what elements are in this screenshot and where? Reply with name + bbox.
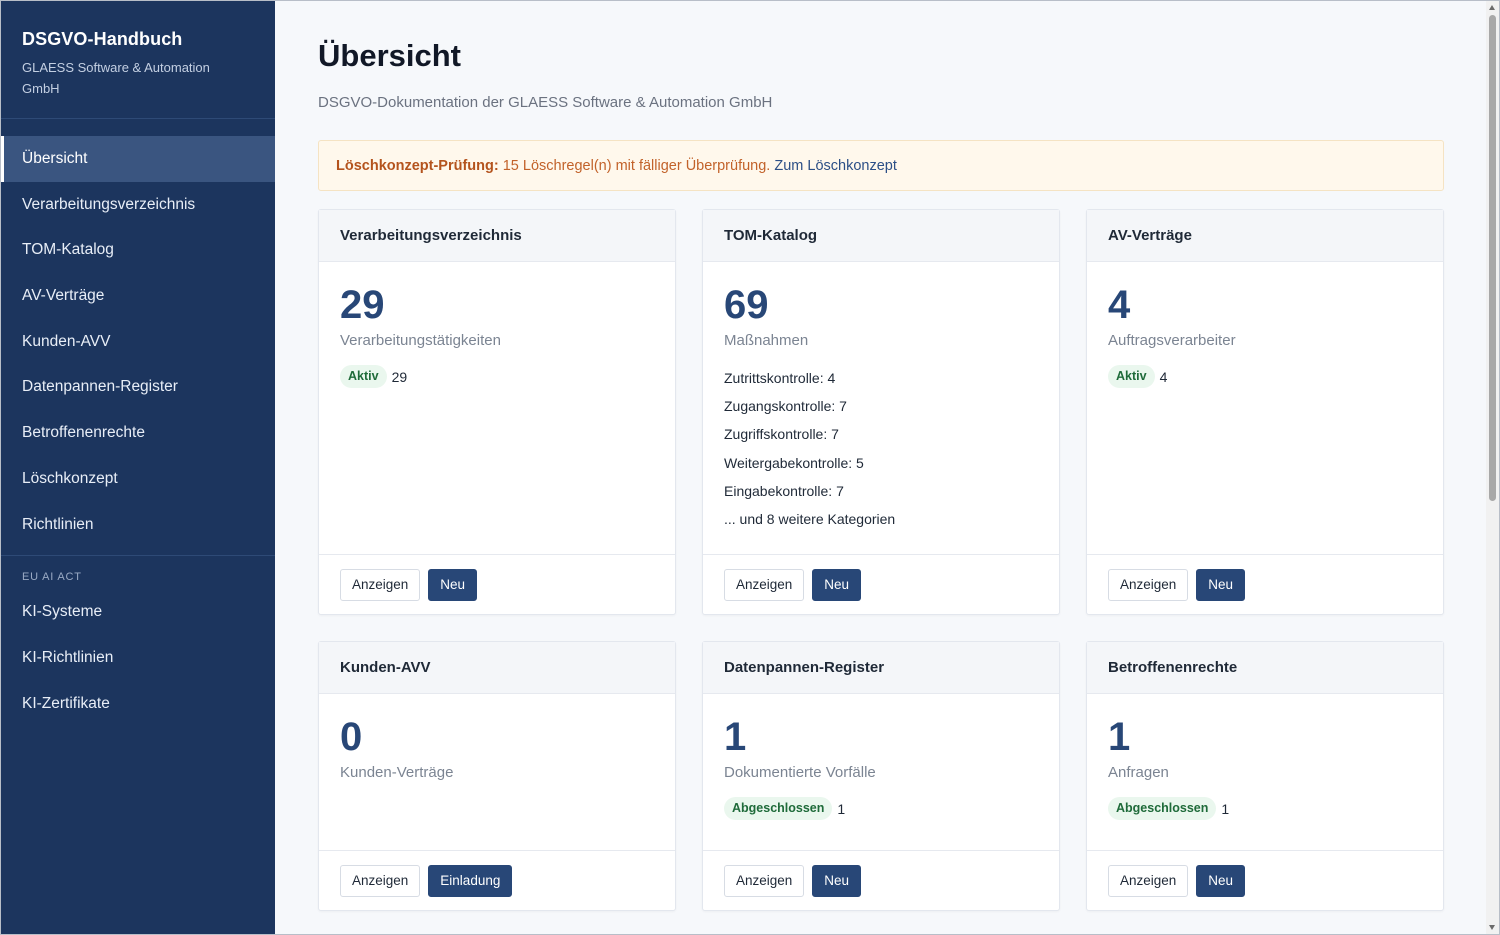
- alert-title: Löschkonzept-Prüfung:: [336, 158, 499, 174]
- card-datenpannen-register: Datenpannen-Register 1 Dokumentierte Vor…: [702, 641, 1060, 911]
- sidebar-item-av-vertraege[interactable]: AV-Verträge: [1, 273, 275, 319]
- list-item: Zugangskontrolle: 7: [724, 398, 847, 415]
- list-item: Zutrittskontrolle: 4: [724, 370, 836, 386]
- card-title: Betroffenenrechte: [1087, 642, 1443, 694]
- card-kunden-avv: Kunden-AVV 0 Kunden-Verträge Anzeigen Ei…: [318, 641, 676, 911]
- brand: DSGVO-Handbuch GLAESS Software & Automat…: [1, 1, 275, 119]
- view-button[interactable]: Anzeigen: [1108, 865, 1189, 897]
- page-title: Übersicht: [318, 38, 461, 73]
- new-button[interactable]: Neu: [428, 569, 478, 601]
- card-title: Kunden-AVV: [319, 642, 675, 694]
- invite-button[interactable]: Einladung: [428, 865, 513, 897]
- new-button[interactable]: Neu: [812, 569, 862, 601]
- brand-title[interactable]: DSGVO-Handbuch: [22, 29, 254, 50]
- view-button[interactable]: Anzeigen: [724, 569, 805, 601]
- card-betroffenenrechte: Betroffenenrechte 1 Anfragen Abgeschloss…: [1086, 641, 1444, 911]
- sidebar: DSGVO-Handbuch GLAESS Software & Automat…: [1, 1, 275, 934]
- status-badge: Abgeschlossen: [724, 797, 833, 820]
- alert-text: 15 Löschregel(n) mit fälliger Überprüfun…: [498, 158, 775, 174]
- status-row: Aktiv 4: [1108, 365, 1422, 388]
- new-button[interactable]: Neu: [1196, 865, 1246, 897]
- card-title: TOM-Katalog: [703, 210, 1059, 262]
- card-unit: Kunden-Verträge: [340, 764, 454, 781]
- sidebar-item-ki-richtlinien[interactable]: KI-Richtlinien: [1, 635, 275, 681]
- loeschkonzept-alert: Löschkonzept-Prüfung: 15 Löschregel(n) m…: [318, 140, 1444, 191]
- sidebar-item-datenpannen-register[interactable]: Datenpannen-Register: [1, 364, 275, 410]
- sidebar-item-betroffenenrechte[interactable]: Betroffenenrechte: [1, 410, 275, 456]
- sidebar-item-ki-zertifikate[interactable]: KI-Zertifikate: [1, 681, 275, 727]
- view-button[interactable]: Anzeigen: [340, 865, 421, 897]
- card-unit: Dokumentierte Vorfälle: [724, 764, 876, 781]
- alert-link-loeschkonzept[interactable]: Zum Löschkonzept: [774, 158, 897, 174]
- status-badge: Aktiv: [1108, 365, 1155, 388]
- status-row: Abgeschlossen 1: [724, 797, 1038, 820]
- list-item: Weitergabekontrolle: 5: [724, 454, 864, 471]
- status-count: 4: [1159, 368, 1168, 385]
- sidebar-item-tom-katalog[interactable]: TOM-Katalog: [1, 227, 275, 273]
- status-badge: Abgeschlossen: [1108, 797, 1217, 820]
- status-count: 1: [837, 800, 846, 817]
- card-count: 1: [1108, 715, 1131, 759]
- view-button[interactable]: Anzeigen: [724, 865, 805, 897]
- sidebar-section-label: EU AI ACT: [22, 571, 82, 584]
- sidebar-item-ki-systeme[interactable]: KI-Systeme: [1, 589, 275, 635]
- scroll-up-arrow-icon[interactable]: [1489, 5, 1495, 10]
- card-unit: Maßnahmen: [724, 332, 809, 349]
- card-unit: Verarbeitungstätigkeiten: [340, 332, 501, 349]
- card-unit: Auftragsverarbeiter: [1108, 332, 1236, 349]
- status-count: 29: [391, 368, 408, 385]
- status-badge: Aktiv: [340, 365, 387, 388]
- card-title: Verarbeitungsverzeichnis: [319, 210, 675, 262]
- view-button[interactable]: Anzeigen: [1108, 569, 1189, 601]
- new-button[interactable]: Neu: [812, 865, 862, 897]
- card-title: AV-Verträge: [1087, 210, 1443, 262]
- card-count: 4: [1108, 283, 1131, 327]
- card-av-vertraege: AV-Verträge 4 Auftragsverarbeiter Aktiv …: [1086, 209, 1444, 615]
- card-count: 0: [340, 715, 363, 759]
- sidebar-item-uebersicht[interactable]: Übersicht: [1, 136, 275, 182]
- status-row: Aktiv 29: [340, 365, 654, 388]
- scroll-thumb[interactable]: [1489, 15, 1496, 501]
- card-tom-katalog: TOM-Katalog 69 Maßnahmen Zutrittskontrol…: [702, 209, 1060, 615]
- scroll-down-arrow-icon[interactable]: [1489, 925, 1495, 930]
- main-content: Übersicht DSGVO-Dokumentation der GLAESS…: [276, 1, 1486, 934]
- status-row: Abgeschlossen 1: [1108, 797, 1422, 820]
- sidebar-item-kunden-avv[interactable]: Kunden-AVV: [1, 319, 275, 365]
- status-count: 1: [1221, 800, 1230, 817]
- category-list: Zutrittskontrolle: 4 Zugangskontrolle: 7…: [724, 364, 1038, 533]
- list-item: Eingabekontrolle: 7: [724, 482, 844, 499]
- brand-subtitle: GLAESS Software & Automation GmbH: [22, 60, 210, 96]
- sidebar-item-loeschkonzept[interactable]: Löschkonzept: [1, 456, 275, 502]
- vertical-scrollbar[interactable]: [1486, 1, 1499, 934]
- card-unit: Anfragen: [1108, 764, 1169, 781]
- sidebar-item-richtlinien[interactable]: Richtlinien: [1, 502, 275, 548]
- card-count: 1: [724, 715, 747, 759]
- sidebar-nav: Übersicht Verarbeitungsverzeichnis TOM-K…: [1, 136, 275, 726]
- card-count: 69: [724, 283, 769, 327]
- new-button[interactable]: Neu: [1196, 569, 1246, 601]
- sidebar-item-verarbeitungsverzeichnis[interactable]: Verarbeitungsverzeichnis: [1, 182, 275, 228]
- page-subtitle: DSGVO-Dokumentation der GLAESS Software …: [318, 94, 773, 111]
- view-button[interactable]: Anzeigen: [340, 569, 421, 601]
- card-title: Datenpannen-Register: [703, 642, 1059, 694]
- card-count: 29: [340, 283, 385, 327]
- card-verarbeitungsverzeichnis: Verarbeitungsverzeichnis 29 Verarbeitung…: [318, 209, 676, 615]
- list-item: Zugriffskontrolle: 7: [724, 426, 839, 443]
- list-item: ... und 8 weitere Kategorien: [724, 510, 896, 527]
